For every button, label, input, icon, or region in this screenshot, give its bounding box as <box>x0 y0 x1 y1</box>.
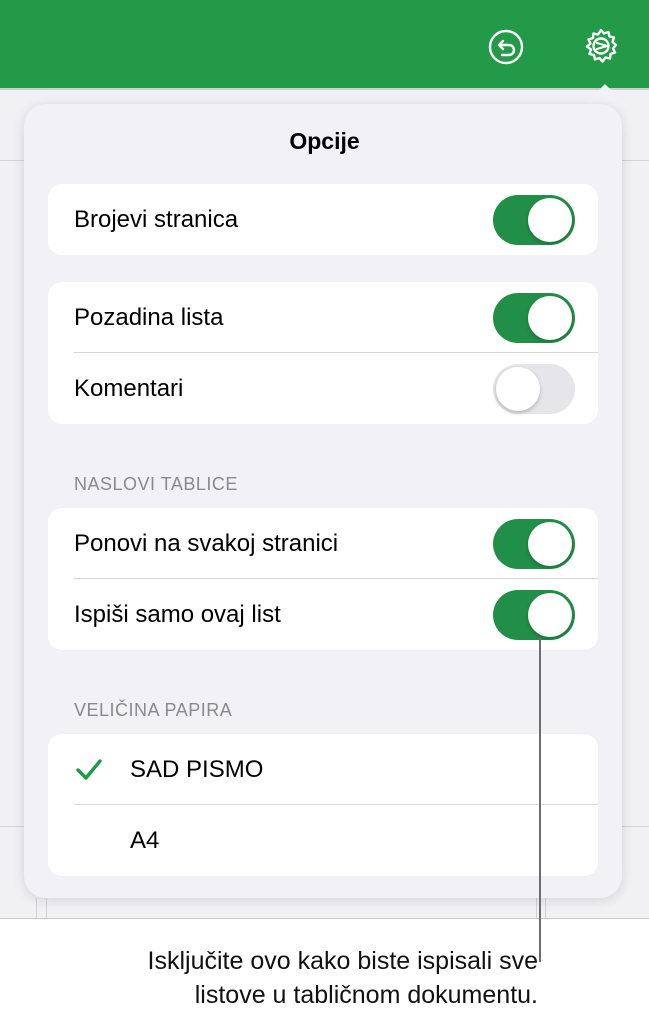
undo-button[interactable] <box>484 25 528 69</box>
toggle-knob <box>528 592 572 637</box>
toggle-knob <box>528 197 572 242</box>
callout-line-2: listove u tabličnom dokumentu. <box>194 981 538 1009</box>
paper-size-group: SAD PISMO A4 <box>48 734 598 876</box>
print-this-sheet-only-toggle[interactable] <box>493 589 575 640</box>
page-numbers-row: Brojevi stranica <box>48 184 598 255</box>
background-divider <box>545 898 546 918</box>
background-divider <box>622 826 649 827</box>
background-comments-group: Pozadina lista Komentari <box>48 282 598 424</box>
background-divider <box>0 826 24 827</box>
repeat-each-page-row: Ponovi na svakoj stranici <box>48 508 598 579</box>
settings-button[interactable] <box>579 25 623 69</box>
background-divider <box>536 898 537 918</box>
sheet-background-row: Pozadina lista <box>48 282 598 353</box>
toggle-knob <box>496 366 540 411</box>
table-headers-section-title: NASLOVI TABLICE <box>74 474 238 494</box>
sheet-background-toggle[interactable] <box>493 292 575 343</box>
page-numbers-group: Brojevi stranica <box>48 184 598 255</box>
popover-title: Opcije <box>289 128 360 154</box>
settings-icon <box>585 28 618 63</box>
undo-icon <box>488 29 524 65</box>
callout-text: Isključite ovo kako biste ispisali sve l… <box>20 944 538 1012</box>
background-divider <box>46 898 47 918</box>
page-numbers-label: Brojevi stranica <box>74 205 239 233</box>
print-this-sheet-only-label: Ispiši samo ovaj list <box>74 600 281 628</box>
page-numbers-toggle[interactable] <box>493 194 575 245</box>
background-divider <box>36 898 37 918</box>
toggle-knob <box>528 295 572 340</box>
checkmark-icon <box>76 759 102 780</box>
comments-label: Komentari <box>74 374 184 402</box>
paper-option-label: A4 <box>130 826 160 854</box>
paper-size-section-title: VELIČINA PAPIRA <box>74 700 233 720</box>
paper-option-row[interactable]: A4 <box>48 805 598 876</box>
comments-row: Komentari <box>48 353 598 424</box>
toolbar <box>0 0 649 90</box>
popover-arrow <box>583 84 627 106</box>
toggle-knob <box>528 521 572 566</box>
repeat-each-page-toggle[interactable] <box>493 518 575 569</box>
sheet-background-label: Pozadina lista <box>74 303 224 331</box>
callout-leader-line <box>539 638 541 962</box>
paper-option-row[interactable]: SAD PISMO <box>48 734 598 805</box>
repeat-each-page-label: Ponovi na svakoj stranici <box>74 529 339 557</box>
comments-toggle[interactable] <box>493 363 575 414</box>
table-headers-group: Ponovi na svakoj stranici Ispiši samo ov… <box>48 508 598 650</box>
paper-option-label: SAD PISMO <box>130 755 264 783</box>
callout-line-1: Isključite ovo kako biste ispisali sve <box>147 947 538 975</box>
print-this-sheet-only-row: Ispiši samo ovaj list <box>48 579 598 650</box>
